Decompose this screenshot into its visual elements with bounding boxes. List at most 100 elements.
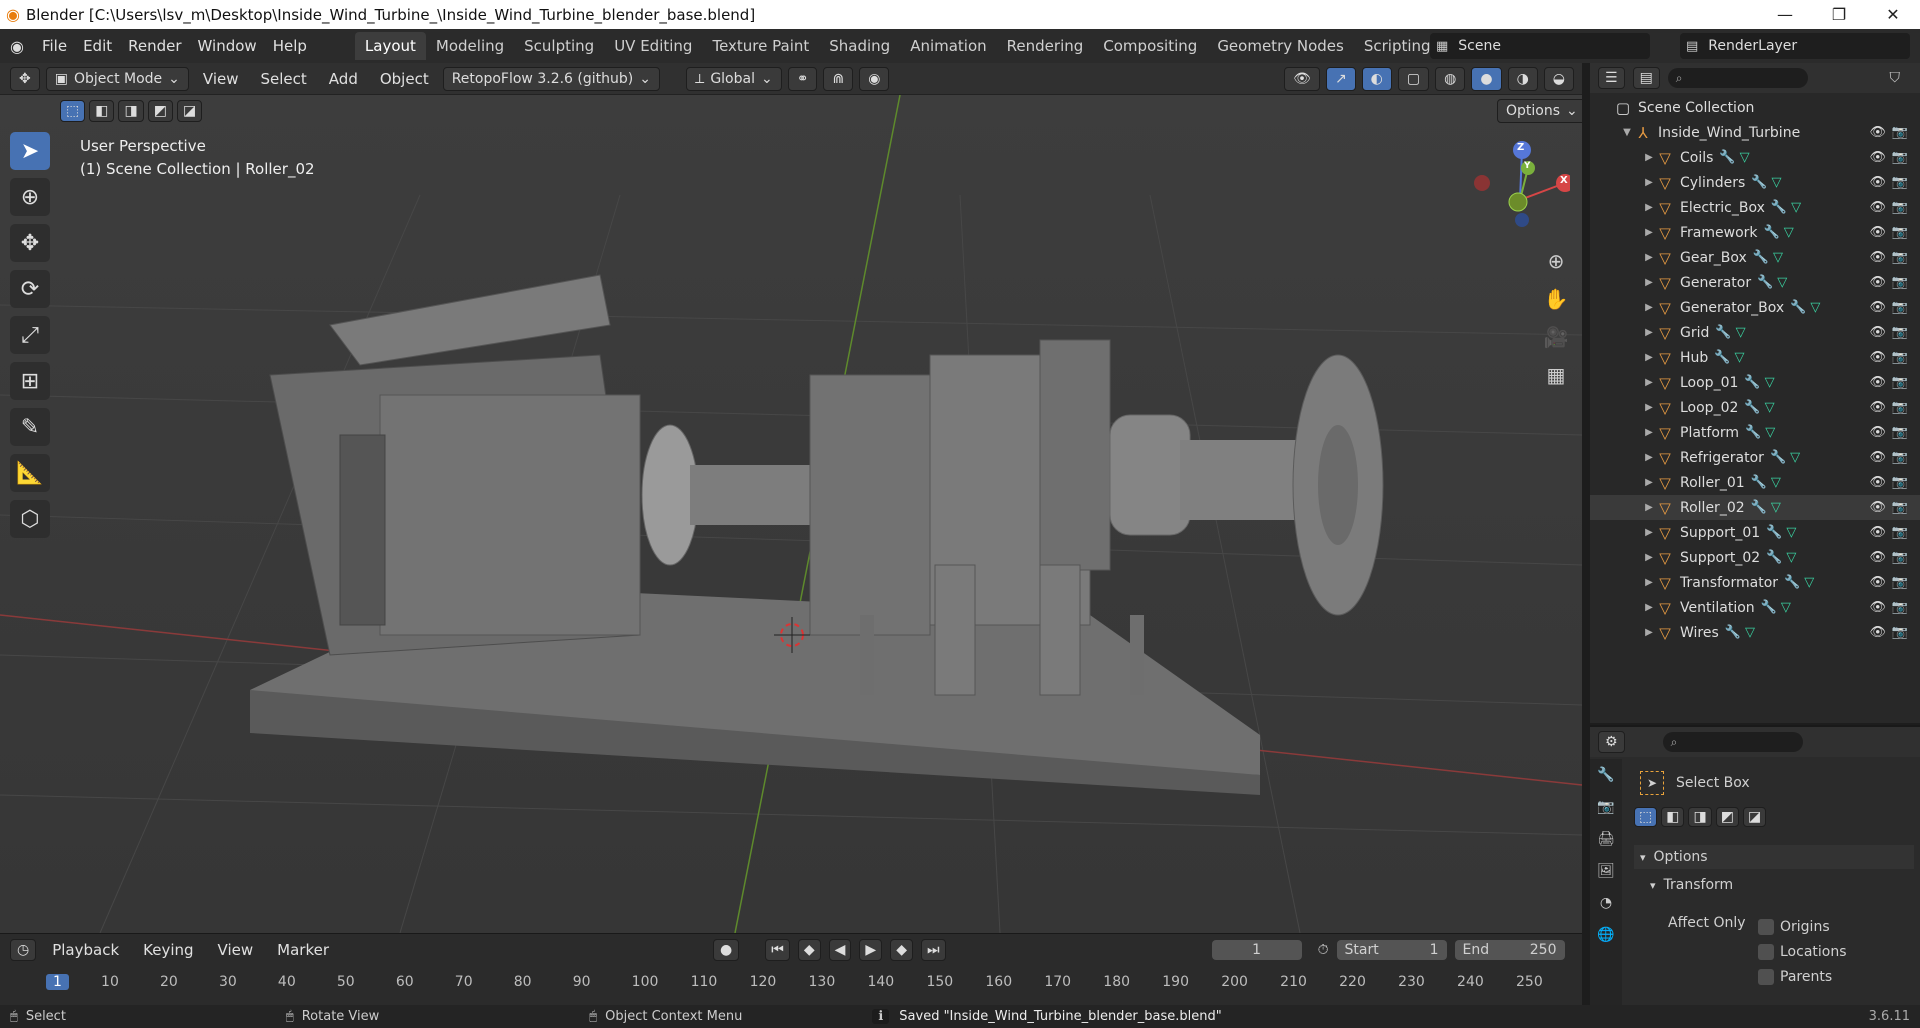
expand-down-icon[interactable]: ▼: [1620, 127, 1634, 138]
eye-icon[interactable]: 👁: [1869, 300, 1886, 315]
properties-search-input[interactable]: ⌕: [1662, 732, 1803, 752]
select-box-tool[interactable]: ➤: [10, 132, 50, 170]
expand-right-icon[interactable]: ▶: [1642, 602, 1656, 613]
render-tab[interactable]: 📷: [1590, 791, 1622, 823]
mode-extend-button[interactable]: ◧: [1661, 807, 1685, 827]
camera-icon[interactable]: 📷: [1892, 300, 1908, 315]
mode-new-button[interactable]: ⬚: [1634, 807, 1658, 827]
collection-row[interactable]: ▼ ⅄ Inside_Wind_Turbine 👁 📷: [1590, 120, 1920, 145]
shading-wireframe[interactable]: ◍: [1435, 66, 1466, 91]
outliner-item[interactable]: ▶ ▽ Roller_02 🔧 ▽ 👁 📷: [1590, 495, 1920, 520]
menu-file[interactable]: File: [34, 37, 75, 55]
tab-geometry-nodes[interactable]: Geometry Nodes: [1207, 32, 1354, 60]
menu-select[interactable]: Select: [253, 70, 315, 88]
navigation-gizmo[interactable]: Z Y X: [1470, 140, 1574, 240]
options-panel-header[interactable]: ▾ Options: [1634, 845, 1914, 869]
scene-tab[interactable]: ◔: [1590, 887, 1622, 919]
camera-view-button[interactable]: 🎥: [1540, 321, 1572, 353]
transform-tool[interactable]: ⊞: [10, 362, 50, 400]
eye-icon[interactable]: 👁: [1869, 525, 1886, 540]
menu-edit[interactable]: Edit: [75, 37, 120, 55]
maximize-button[interactable]: ❐: [1812, 0, 1866, 29]
shading-rendered[interactable]: ◒: [1543, 66, 1574, 91]
camera-icon[interactable]: 📷: [1892, 325, 1908, 340]
mode-invert-button[interactable]: ◩: [1715, 807, 1739, 827]
camera-icon[interactable]: 📷: [1892, 200, 1908, 215]
eye-icon[interactable]: 👁: [1869, 450, 1886, 465]
outliner-item[interactable]: ▶ ▽ Refrigerator 🔧 ▽ 👁 📷: [1590, 445, 1920, 470]
orientation-selector[interactable]: ⟂ Global ⌄: [685, 66, 782, 91]
eye-icon[interactable]: 👁: [1869, 325, 1886, 340]
menu-window[interactable]: Window: [190, 37, 265, 55]
menu-render[interactable]: Render: [120, 37, 189, 55]
scale-tool[interactable]: ⤢: [10, 316, 50, 354]
gizmo-toggle[interactable]: ↗: [1325, 66, 1356, 91]
outliner-item[interactable]: ▶ ▽ Generator 🔧 ▽ 👁 📷: [1590, 270, 1920, 295]
cursor-tool[interactable]: ⊕: [10, 178, 50, 216]
outliner-item[interactable]: ▶ ▽ Transformator 🔧 ▽ 👁 📷: [1590, 570, 1920, 595]
expand-right-icon[interactable]: ▶: [1642, 252, 1656, 263]
camera-icon[interactable]: 📷: [1892, 450, 1908, 465]
editor-type-button[interactable]: ✥: [10, 66, 40, 91]
perspective-toggle-button[interactable]: ▦: [1540, 359, 1572, 391]
shading-solid[interactable]: ●: [1471, 66, 1502, 91]
expand-right-icon[interactable]: ▶: [1642, 227, 1656, 238]
camera-icon[interactable]: 📷: [1892, 425, 1908, 440]
expand-right-icon[interactable]: ▶: [1642, 527, 1656, 538]
xray-toggle[interactable]: ▢: [1397, 66, 1430, 91]
transform-panel-header[interactable]: ▾ Transform: [1650, 877, 1733, 893]
expand-right-icon[interactable]: ▶: [1642, 402, 1656, 413]
expand-right-icon[interactable]: ▶: [1642, 427, 1656, 438]
close-button[interactable]: ✕: [1866, 0, 1920, 29]
eye-icon[interactable]: 👁: [1869, 375, 1886, 390]
outliner-item[interactable]: ▶ ▽ Electric_Box 🔧 ▽ 👁 📷: [1590, 195, 1920, 220]
select-invert-button[interactable]: ◩: [147, 100, 173, 122]
expand-right-icon[interactable]: ▶: [1642, 502, 1656, 513]
eye-icon[interactable]: 👁: [1869, 475, 1886, 490]
overlay-toggle[interactable]: ◐: [1361, 66, 1392, 91]
outliner-item[interactable]: ▶ ▽ Coils 🔧 ▽ 👁 📷: [1590, 145, 1920, 170]
eye-icon[interactable]: 👁: [1869, 350, 1886, 365]
eye-icon[interactable]: 👁: [1869, 175, 1886, 190]
options-dropdown[interactable]: Options ⌄: [1497, 99, 1582, 123]
tab-compositing[interactable]: Compositing: [1093, 32, 1207, 60]
mode-selector[interactable]: ▣ Object Mode ⌄: [45, 66, 189, 91]
scene-collection-row[interactable]: ▢ Scene Collection: [1590, 95, 1920, 120]
eye-icon[interactable]: 👁: [1869, 550, 1886, 565]
outliner-item[interactable]: ▶ ▽ Generator_Box 🔧 ▽ 👁 📷: [1590, 295, 1920, 320]
camera-icon[interactable]: 📷: [1892, 175, 1908, 190]
add-cube-tool[interactable]: ⬡: [10, 500, 50, 538]
camera-icon[interactable]: 📷: [1892, 125, 1908, 140]
zoom-button[interactable]: ⊕: [1540, 245, 1572, 277]
eye-icon[interactable]: 👁: [1869, 225, 1886, 240]
camera-icon[interactable]: 📷: [1892, 350, 1908, 365]
expand-right-icon[interactable]: ▶: [1642, 477, 1656, 488]
camera-icon[interactable]: 📷: [1892, 250, 1908, 265]
locations-checkbox[interactable]: Locations: [1758, 940, 1847, 965]
pan-button[interactable]: ✋: [1540, 283, 1572, 315]
camera-icon[interactable]: 📷: [1892, 525, 1908, 540]
outliner-item[interactable]: ▶ ▽ Grid 🔧 ▽ 👁 📷: [1590, 320, 1920, 345]
eye-icon[interactable]: 👁: [1869, 500, 1886, 515]
outliner-item[interactable]: ▶ ▽ Cylinders 🔧 ▽ 👁 📷: [1590, 170, 1920, 195]
tab-shading[interactable]: Shading: [819, 32, 900, 60]
camera-icon[interactable]: 📷: [1892, 625, 1908, 640]
filter-icon[interactable]: ⛉: [1890, 70, 1901, 86]
blender-menu-icon[interactable]: ◉: [0, 37, 34, 56]
eye-icon[interactable]: 👁: [1869, 250, 1886, 265]
outliner-search-input[interactable]: ⌕: [1667, 68, 1808, 88]
eye-icon[interactable]: 👁: [1869, 425, 1886, 440]
outliner-editor-type[interactable]: ☰: [1598, 67, 1625, 89]
select-extend-button[interactable]: ◧: [89, 100, 115, 122]
expand-right-icon[interactable]: ▶: [1642, 552, 1656, 563]
camera-icon[interactable]: 📷: [1892, 400, 1908, 415]
parents-checkbox[interactable]: Parents: [1758, 965, 1847, 990]
camera-icon[interactable]: 📷: [1892, 500, 1908, 515]
tab-layout[interactable]: Layout: [354, 32, 426, 60]
tab-uv-editing[interactable]: UV Editing: [604, 32, 702, 60]
minimize-button[interactable]: —: [1758, 0, 1812, 29]
tab-texture-paint[interactable]: Texture Paint: [702, 32, 819, 60]
tool-tab[interactable]: 🔧: [1590, 759, 1622, 791]
annotate-tool[interactable]: ✎: [10, 408, 50, 446]
camera-icon[interactable]: 📷: [1892, 475, 1908, 490]
